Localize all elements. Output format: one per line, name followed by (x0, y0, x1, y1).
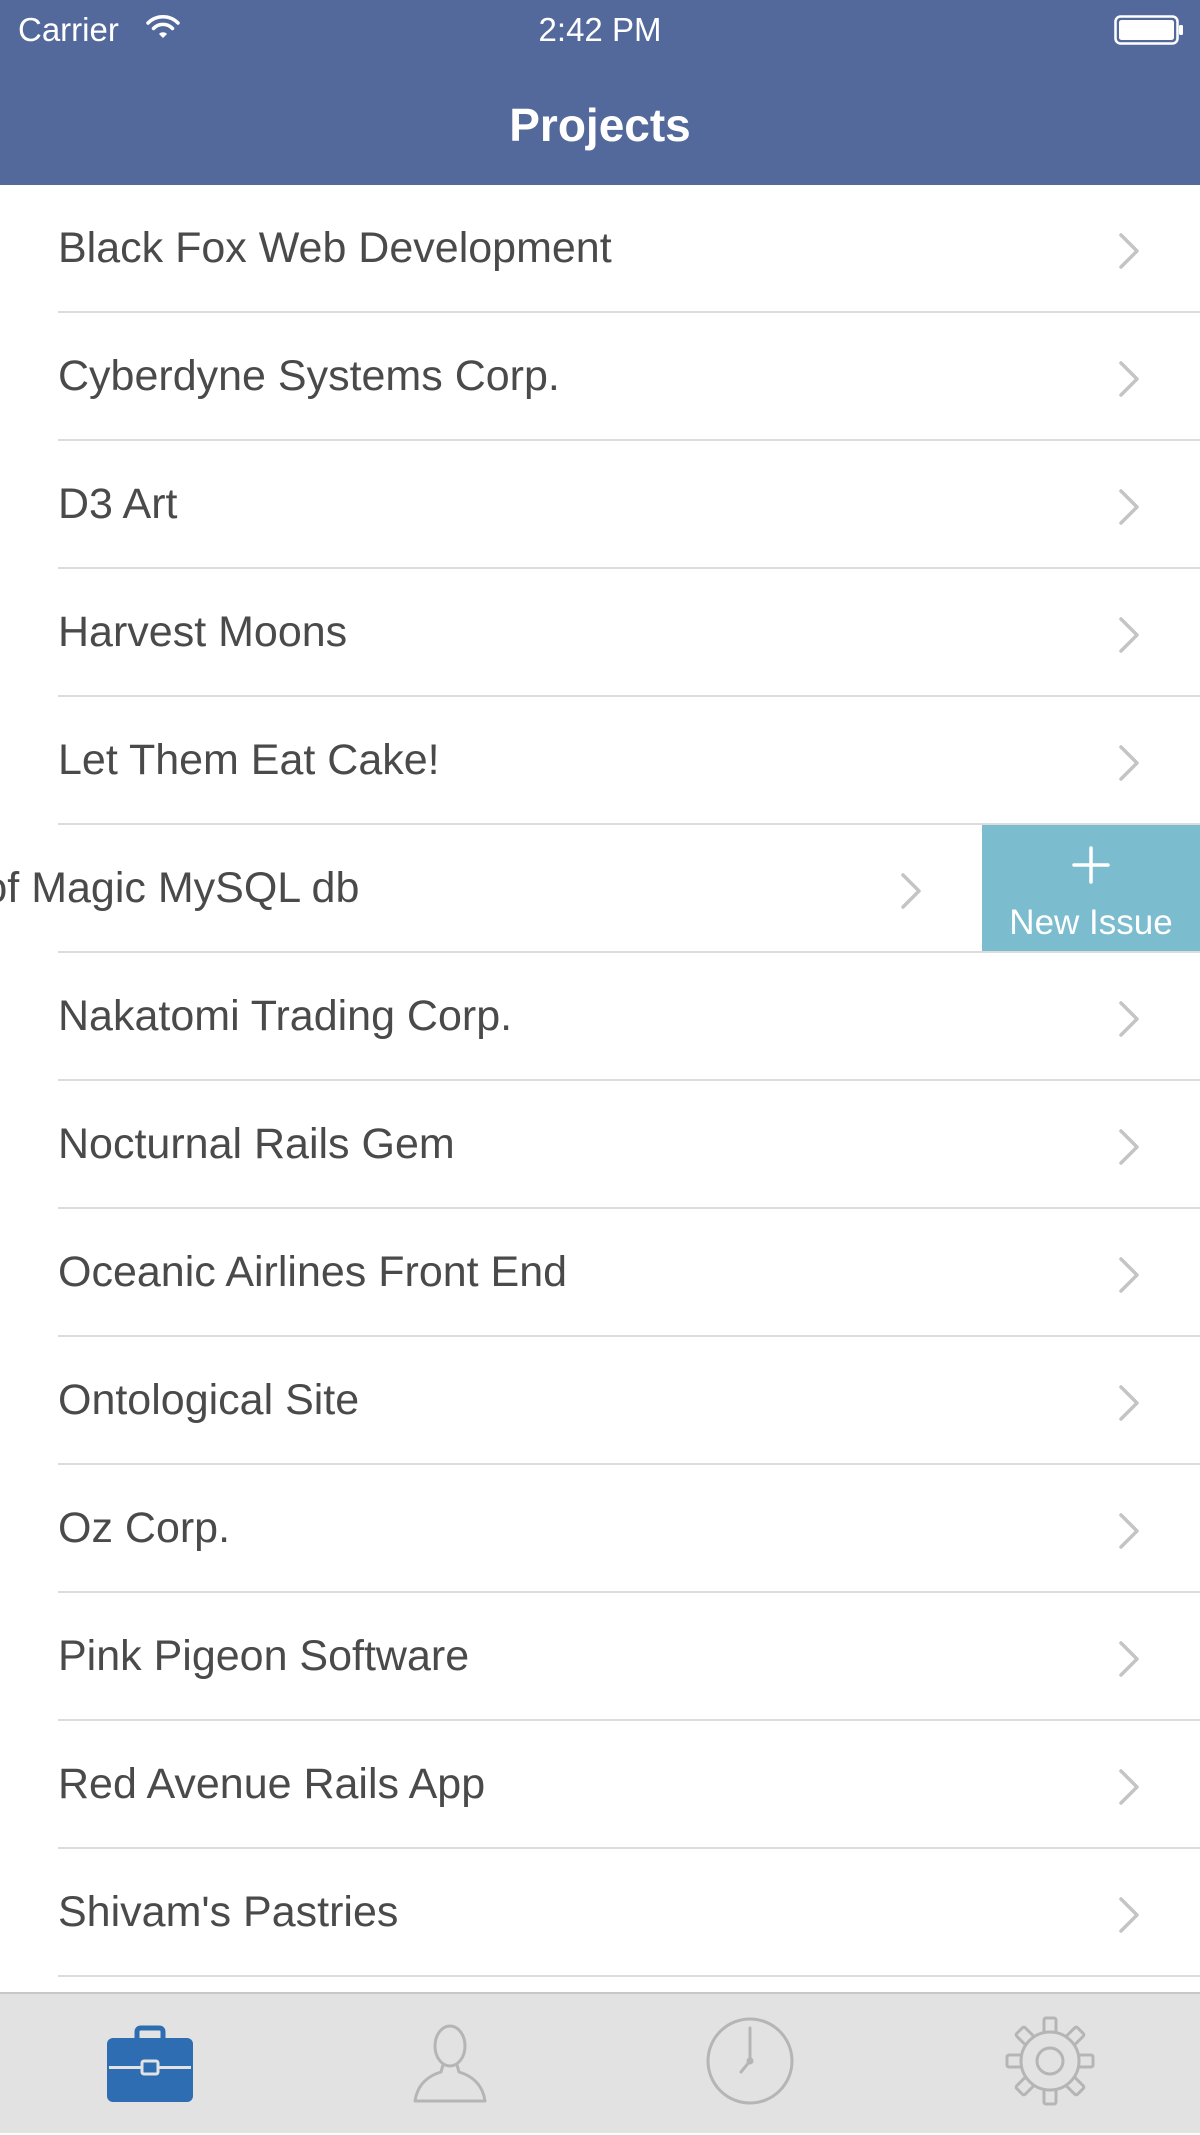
project-row[interactable]: Let Them Eat Cake! (0, 697, 1200, 825)
row-separator (58, 1975, 1200, 1977)
page-title: Projects (509, 99, 691, 151)
project-row-content[interactable]: Harvest Moons (0, 569, 1200, 696)
project-row[interactable]: Oceanic Airlines Front End (0, 1209, 1200, 1337)
project-row[interactable]: Shivam's Pastries (0, 1849, 1200, 1977)
project-row[interactable]: D3 Art (0, 441, 1200, 569)
chevron-right-icon (1118, 744, 1140, 787)
chevron-right-icon (1118, 1384, 1140, 1427)
project-row-content[interactable]: D3 Art (0, 441, 1200, 568)
project-row[interactable]: Pink Pigeon Software (0, 1593, 1200, 1721)
project-name: Library of Magic MySQL db (0, 864, 360, 912)
tab-bar (0, 1992, 1200, 2133)
status-time: 2:42 PM (538, 11, 662, 48)
battery-icon (1114, 15, 1184, 50)
chevron-right-icon (1118, 1256, 1140, 1299)
project-row-content[interactable]: Library of Magic MySQL db (0, 825, 982, 952)
project-row-content[interactable]: Red Avenue Rails App (0, 1721, 1200, 1848)
chevron-right-icon (1118, 1768, 1140, 1811)
new-issue-button[interactable]: New Issue (982, 825, 1200, 951)
projects-list: Black Fox Web Development Cyberdyne Syste… (0, 185, 1200, 1992)
project-name: Oz Corp. (58, 1504, 231, 1552)
project-name: Let Them Eat Cake! (58, 736, 440, 784)
project-row-content[interactable]: Cyberdyne Systems Corp. (0, 313, 1200, 440)
tab-clock[interactable] (600, 1994, 900, 2135)
tab-gear[interactable] (900, 1994, 1200, 2135)
new-issue-label: New Issue (1009, 903, 1173, 942)
project-name: Black Fox Web Development (58, 224, 612, 272)
project-name: Nocturnal Rails Gem (58, 1120, 455, 1168)
project-name: D3 Art (58, 480, 178, 528)
project-row-content[interactable]: Pink Pigeon Software (0, 1593, 1200, 1720)
project-name: Pink Pigeon Software (58, 1632, 470, 1680)
project-name: Red Avenue Rails App (58, 1760, 486, 1808)
project-row-content[interactable]: Black Fox Web Development (0, 185, 1200, 312)
tab-person[interactable] (300, 1994, 600, 2135)
project-row[interactable]: Nakatomi Trading Corp. (0, 953, 1200, 1081)
project-row[interactable]: Black Fox Web Development (0, 185, 1200, 313)
project-name: Shivam's Pastries (58, 1888, 399, 1936)
project-row-content[interactable]: Oceanic Airlines Front End (0, 1209, 1200, 1336)
chevron-right-icon (1118, 1896, 1140, 1939)
project-name: Oceanic Airlines Front End (58, 1248, 568, 1296)
chevron-right-icon (1118, 232, 1140, 275)
project-row-content[interactable]: Shivam's Pastries (0, 1849, 1200, 1976)
project-row[interactable]: Harvest Moons (0, 569, 1200, 697)
project-row[interactable]: Cyberdyne Systems Corp. (0, 313, 1200, 441)
project-row[interactable]: Nocturnal Rails Gem (0, 1081, 1200, 1209)
tab-briefcase[interactable] (0, 1994, 300, 2135)
project-name: Ontological Site (58, 1376, 360, 1424)
project-row-content[interactable]: Nocturnal Rails Gem (0, 1081, 1200, 1208)
project-row-content[interactable]: Ontological Site (0, 1337, 1200, 1464)
chevron-right-icon (1118, 488, 1140, 531)
chevron-right-icon (1118, 1512, 1140, 1555)
chevron-right-icon (1118, 616, 1140, 659)
chevron-right-icon (1118, 1640, 1140, 1683)
project-name: Harvest Moons (58, 608, 348, 656)
chevron-right-icon (1118, 360, 1140, 403)
project-row[interactable]: Red Avenue Rails App (0, 1721, 1200, 1849)
project-row[interactable]: Library of Magic MySQL db New Issue (0, 825, 1200, 953)
project-name: Cyberdyne Systems Corp. (58, 352, 560, 400)
chevron-right-icon (900, 872, 922, 915)
project-row-content[interactable]: Let Them Eat Cake! (0, 697, 1200, 824)
project-row[interactable]: Ontological Site (0, 1337, 1200, 1465)
chevron-right-icon (1118, 1000, 1140, 1043)
navigation-bar: Carrier 2:42 PM Projects (0, 0, 1200, 185)
status-bar: Carrier 2:42 PM (0, 0, 1200, 60)
project-row[interactable]: Oz Corp. (0, 1465, 1200, 1593)
project-name: Nakatomi Trading Corp. (58, 992, 513, 1040)
plus-icon (982, 845, 1200, 890)
chevron-right-icon (1118, 1128, 1140, 1171)
project-row-content[interactable]: Oz Corp. (0, 1465, 1200, 1592)
project-row-content[interactable]: Nakatomi Trading Corp. (0, 953, 1200, 1080)
